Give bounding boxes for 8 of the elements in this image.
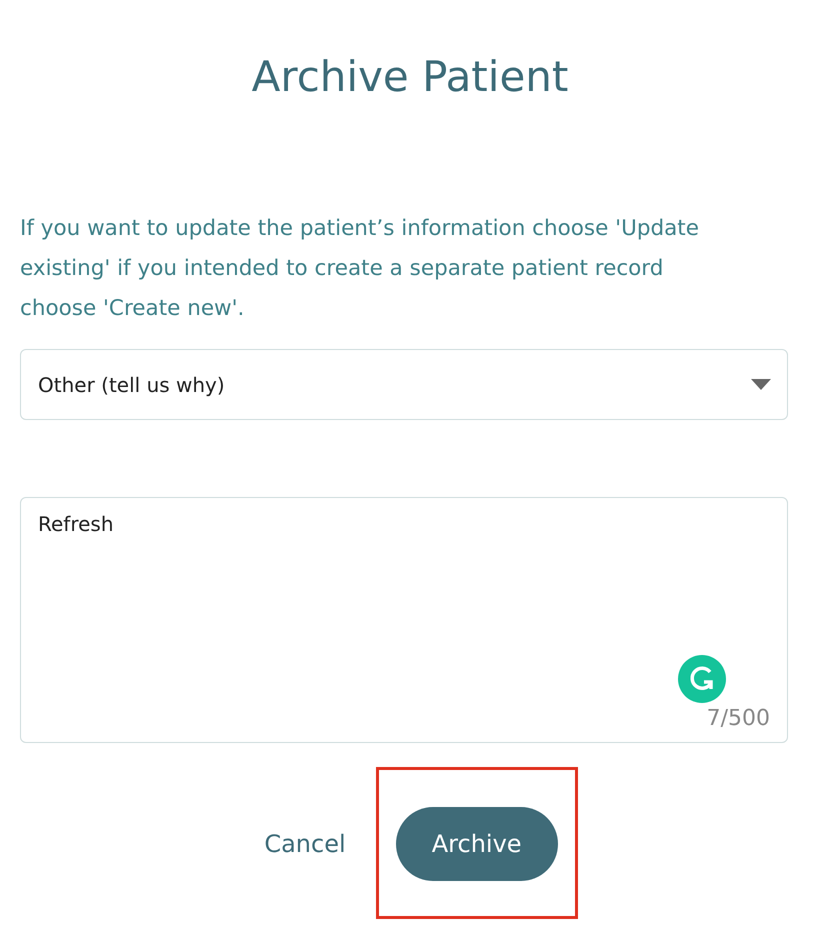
grammar-assistant-icon[interactable] (678, 655, 726, 703)
cancel-button[interactable]: Cancel (264, 820, 346, 868)
archive-button[interactable]: Archive (396, 807, 558, 881)
dialog-title: Archive Patient (250, 52, 570, 101)
reason-dropdown[interactable]: Other (tell us why) (20, 349, 788, 420)
dropdown-caret-icon (751, 379, 771, 390)
character-counter: 7/500 (706, 706, 770, 731)
instruction-text: If you want to update the patient’s information choose 'Update existing' if you intended to create a separate patient record choose 'Create new'. (20, 215, 700, 323)
